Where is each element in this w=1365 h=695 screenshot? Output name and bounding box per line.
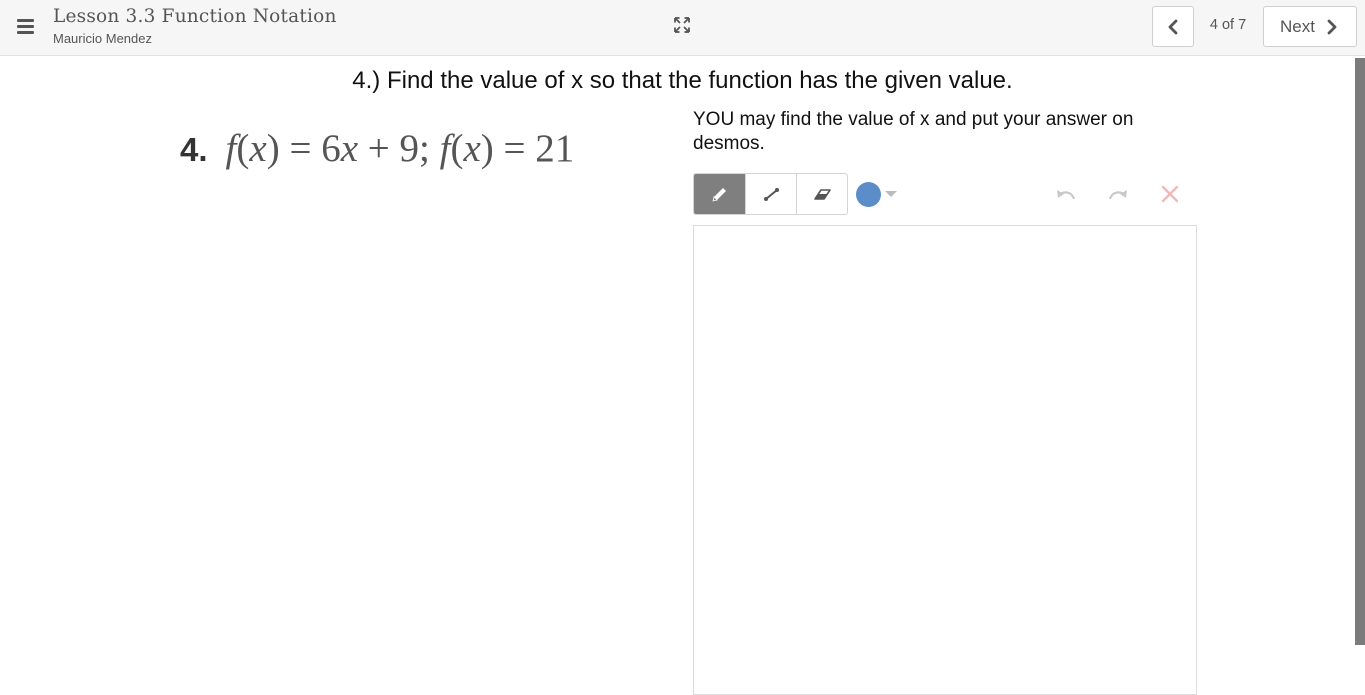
pencil-icon: [712, 188, 726, 202]
next-button[interactable]: Next: [1263, 6, 1357, 47]
page-count: 4 of 7: [1209, 17, 1247, 33]
previous-screen-button[interactable]: [1152, 6, 1194, 47]
student-name: Mauricio Mendez: [53, 31, 152, 46]
question-title: 4.) Find the value of x so that the func…: [352, 67, 1013, 94]
chevron-down-icon: [885, 191, 897, 197]
line-tool-button[interactable]: [745, 174, 796, 214]
lesson-title: Lesson 3.3 Function Notation: [53, 6, 337, 27]
redo-icon[interactable]: [1105, 182, 1131, 206]
sketch-canvas[interactable]: [693, 225, 1197, 695]
problem-equation: f(x) = 6x + 9; f(x) = 21: [225, 127, 575, 170]
next-button-label: Next: [1280, 17, 1315, 36]
expand-icon[interactable]: [672, 15, 692, 35]
pen-color-swatch: [856, 182, 881, 207]
hamburger-menu-icon[interactable]: [14, 14, 38, 38]
eraser-tool-button[interactable]: [796, 174, 847, 214]
chevron-left-icon: [1168, 19, 1178, 35]
problem-image: 4. f(x) = 6x + 9; f(x) = 21: [180, 126, 574, 171]
top-bar: Lesson 3.3 Function Notation Mauricio Me…: [0, 0, 1365, 56]
scrollbar-thumb[interactable]: [1355, 58, 1365, 645]
pen-color-picker[interactable]: [855, 181, 901, 209]
sketch-tool-group: [693, 173, 848, 215]
pencil-tool-button[interactable]: [694, 174, 745, 214]
problem-number: 4.: [180, 131, 208, 168]
instructions-text: YOU may find the value of x and put your…: [693, 109, 1134, 154]
chevron-right-icon: [1327, 19, 1337, 35]
eraser-icon: [814, 189, 831, 200]
undo-icon[interactable]: [1053, 182, 1079, 206]
clear-x-icon[interactable]: [1157, 182, 1183, 206]
line-icon: [764, 188, 779, 201]
